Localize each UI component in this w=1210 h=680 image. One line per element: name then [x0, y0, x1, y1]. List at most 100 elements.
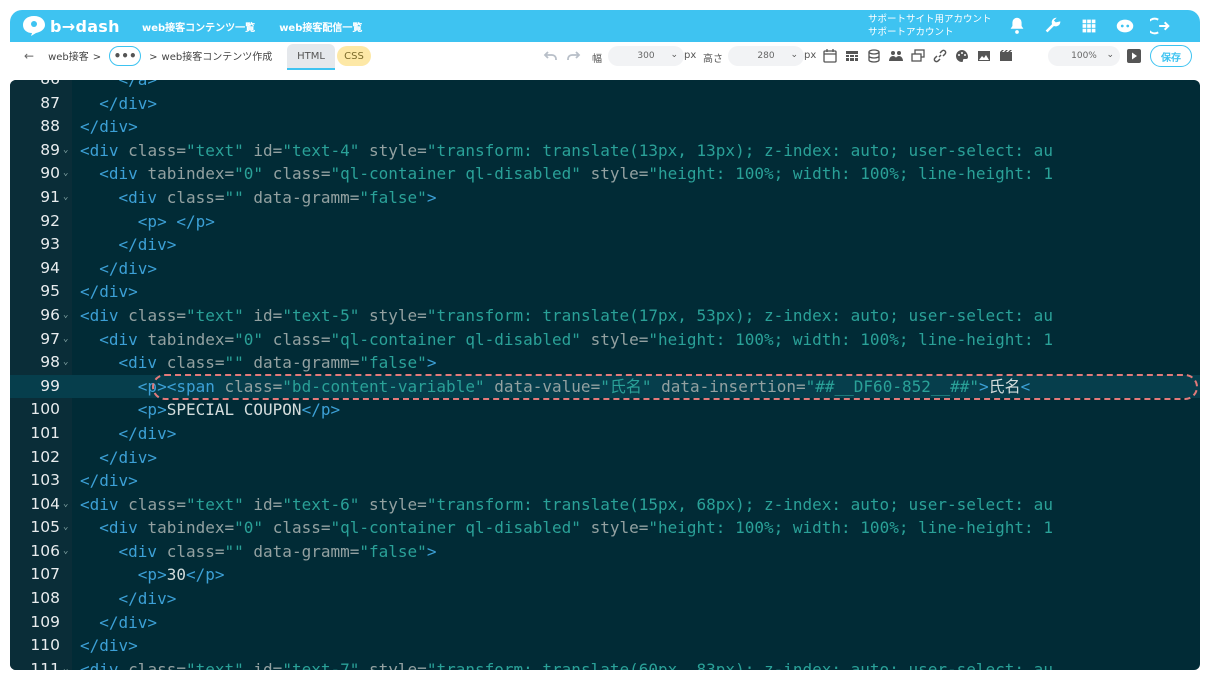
fold-chevron-icon[interactable]: ⌄ [63, 516, 68, 540]
palette-icon[interactable] [954, 48, 970, 64]
logo[interactable]: b→dash [22, 15, 132, 37]
line-number: 108 [30, 589, 60, 608]
link-icon[interactable] [932, 48, 948, 64]
code-line[interactable]: 98 ⌄ <div class="" data-gramm="false"> [10, 351, 1200, 375]
line-number: 104 [30, 494, 60, 513]
width-value: 300 [637, 51, 655, 61]
code-text: </div> [99, 93, 158, 113]
layers-icon[interactable] [910, 48, 926, 64]
fold-chevron-icon[interactable]: ⌄ [63, 493, 68, 517]
code-line[interactable]: 102 </div> [10, 446, 1200, 470]
tab-html[interactable]: HTML [287, 44, 335, 70]
code-text: <div tabindex="0" class="ql-container ql… [99, 164, 1053, 184]
code-line[interactable]: 110 </div> [10, 634, 1200, 658]
code-line[interactable]: 95 </div> [10, 280, 1200, 304]
redo-icon[interactable] [565, 48, 581, 67]
wrench-icon[interactable] [1042, 15, 1064, 37]
code-line[interactable]: 97 ⌄ <div tabindex="0" class="ql-containe… [10, 328, 1200, 352]
code-line[interactable]: 86 </a> [10, 80, 1200, 92]
account-info[interactable]: サポートサイト用アカウント サポートアカウント [868, 13, 992, 39]
calendar-icon[interactable] [822, 48, 838, 64]
nav-content-list[interactable]: web接客コンテンツ一覧 [142, 19, 255, 34]
line-number: 100 [30, 400, 60, 419]
code-text: <p>SPECIAL COUPON</p> [137, 400, 341, 420]
code-text: </div> [99, 447, 158, 467]
code-line[interactable]: 105 ⌄ <div tabindex="0" class="ql-contain… [10, 516, 1200, 540]
image-icon[interactable] [976, 48, 992, 64]
code-line[interactable]: 107 <p>30</p> [10, 563, 1200, 587]
account-line-1: サポートサイト用アカウント [868, 14, 992, 25]
logout-icon[interactable] [1150, 15, 1172, 37]
code-line[interactable]: 109 </div> [10, 611, 1200, 635]
code-text: </div> [118, 423, 177, 443]
code-line[interactable]: 103 </div> [10, 469, 1200, 493]
editor-toolbar: ← web接客 > ••• > web接客コンテンツ作成 HTML CSS 幅 300 … [10, 42, 1200, 70]
code-editor[interactable]: 86 </a>87 </div>88</div>89⌄<div class="t… [10, 80, 1200, 670]
back-arrow-icon[interactable]: ← [24, 49, 34, 63]
code-line[interactable]: 87 </div> [10, 92, 1200, 116]
code-text: <div class="" data-gramm="false"> [118, 541, 437, 561]
save-button[interactable]: 保存 [1150, 45, 1192, 67]
users-icon[interactable] [888, 48, 904, 64]
code-line[interactable]: 89 ⌄ <div class="text" id="text-4" style="… [10, 139, 1200, 163]
nav-delivery-list[interactable]: web接客配信一覧 [279, 19, 362, 34]
code-text: <div tabindex="0" class="ql-container ql… [99, 329, 1053, 349]
fold-chevron-icon[interactable]: ⌄ [63, 186, 68, 210]
code-text: <div tabindex="0" class="ql-container ql… [99, 518, 1053, 538]
chat-bot-icon[interactable] [1114, 15, 1136, 37]
code-text: </div> [118, 589, 177, 609]
history-controls [543, 48, 581, 67]
grid-icon[interactable] [1078, 15, 1100, 37]
code-line[interactable]: 106 ⌄ <div class="" data-gramm="false"> [10, 540, 1200, 564]
line-number: 106 [30, 541, 60, 560]
line-number: 103 [30, 471, 60, 490]
code-line[interactable]: 100 <p>SPECIAL COUPON</p> [10, 398, 1200, 422]
fold-chevron-icon[interactable]: ⌄ [63, 658, 68, 670]
breadcrumb-more-button[interactable]: ••• [109, 46, 142, 66]
fold-chevron-icon[interactable]: ⌄ [63, 162, 68, 186]
line-number: 96 [40, 305, 60, 324]
line-number: 99 [40, 376, 60, 395]
code-text: </div> [80, 471, 138, 491]
code-line[interactable]: 94 </div> [10, 257, 1200, 281]
code-text: </div> [99, 612, 158, 632]
bell-icon[interactable] [1006, 15, 1028, 37]
fold-chevron-icon[interactable]: ⌄ [63, 139, 68, 163]
preview-play-icon[interactable] [1127, 49, 1141, 63]
zoom-select[interactable]: 100% ⌄ [1048, 46, 1120, 66]
code-line[interactable]: 90 ⌄ <div tabindex="0" class="ql-containe… [10, 162, 1200, 186]
code-line[interactable]: 93 </div> [10, 233, 1200, 257]
height-value: 280 [757, 51, 775, 61]
code-line[interactable]: 92 <p> </p> [10, 210, 1200, 234]
line-number: 107 [30, 565, 60, 584]
video-icon[interactable] [998, 48, 1014, 64]
line-number: 93 [40, 235, 60, 254]
height-select[interactable]: 280 ⌄ [728, 46, 804, 66]
fold-chevron-icon[interactable]: ⌄ [63, 304, 68, 328]
undo-icon[interactable] [543, 48, 559, 67]
table-icon[interactable] [844, 48, 860, 64]
fold-chevron-icon[interactable]: ⌄ [63, 328, 68, 352]
code-line[interactable]: 96 ⌄ <div class="text" id="text-5" style="… [10, 304, 1200, 328]
account-line-2: サポートアカウント [868, 27, 954, 38]
code-text: </div> [80, 282, 138, 302]
code-line[interactable]: 88 </div> [10, 115, 1200, 139]
tab-css[interactable]: CSS [337, 46, 371, 66]
code-line[interactable]: 91 ⌄ <div class="" data-gramm="false"> [10, 186, 1200, 210]
line-number: 109 [30, 612, 60, 631]
line-number: 89 [40, 140, 60, 159]
code-line[interactable]: 108 </div> [10, 587, 1200, 611]
breadcrumb-web[interactable]: web接客 [48, 52, 89, 63]
code-line[interactable]: 99 <p><span class="bd-content-variable" … [10, 374, 1200, 399]
database-icon[interactable] [866, 48, 882, 64]
fold-chevron-icon[interactable]: ⌄ [63, 540, 68, 564]
code-line[interactable]: 111 ⌄ <div class="text" id="text-7" style=… [10, 658, 1200, 670]
code-line[interactable]: 104 ⌄ <div class="text" id="text-6" style=… [10, 493, 1200, 517]
code-line[interactable]: 101 </div> [10, 422, 1200, 446]
line-number: 102 [30, 447, 60, 466]
width-select[interactable]: 300 ⌄ [608, 46, 684, 66]
fold-chevron-icon[interactable]: ⌄ [63, 351, 68, 375]
code-text: <div class="text" id="text-7" style="tra… [80, 659, 1053, 670]
insert-tools [822, 48, 1014, 64]
line-number: 105 [30, 518, 60, 537]
